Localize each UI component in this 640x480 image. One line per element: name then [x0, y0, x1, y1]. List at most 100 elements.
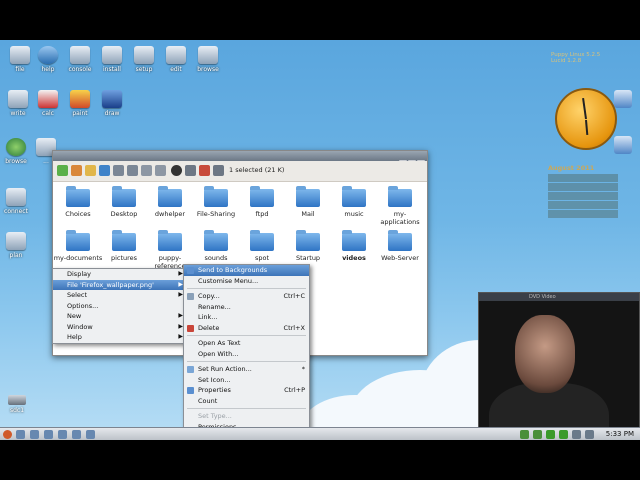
taskbar-app-icon[interactable] [30, 430, 39, 439]
folder-icon [342, 186, 366, 207]
desktop-icon-browse[interactable]: browse [190, 46, 226, 73]
menu-item[interactable]: Properties Ctrl+P [184, 385, 309, 396]
menu-item[interactable]: Customise Menu... [184, 276, 309, 287]
menu-item[interactable]: Select ▶ [53, 290, 187, 301]
folder-item[interactable]: File-Sharing [191, 186, 241, 218]
folder-item[interactable]: videos [329, 230, 379, 262]
folder-icon [388, 186, 412, 207]
menu-item[interactable]: Open As Text [184, 338, 309, 349]
terminal-icon[interactable] [213, 165, 224, 176]
file-manager-toolbar: 1 selected (21 K) [53, 161, 427, 182]
folder-icon [112, 186, 136, 207]
zoom-out-icon[interactable] [127, 165, 138, 176]
desktop-icon-edit[interactable]: edit [158, 46, 194, 73]
menu-item[interactable]: Set Run Action... * [184, 364, 309, 375]
bookmarks-icon[interactable] [85, 165, 96, 176]
file-submenu: Send to Backgrounds Customise Menu... Copy… [183, 264, 310, 440]
thumbnails-icon[interactable] [185, 165, 196, 176]
menu-item[interactable]: Window ▶ [53, 322, 187, 333]
window-titlebar[interactable] [53, 151, 427, 167]
menu-item[interactable]: Set Icon... [184, 375, 309, 386]
menu-item[interactable]: Copy... Ctrl+C [184, 291, 309, 302]
menu-item[interactable]: Count [184, 396, 309, 407]
menu-item[interactable]: Send to Backgrounds [184, 265, 309, 276]
menu-item[interactable]: Open With... [184, 349, 309, 360]
desktop-icon-setup[interactable]: setup [126, 46, 162, 73]
folder-item[interactable]: music [329, 186, 379, 218]
taskbar-clock[interactable]: 5:33 PM [606, 430, 634, 438]
menu-item[interactable]: New ▶ [53, 311, 187, 322]
folder-icon [158, 230, 182, 251]
home-icon[interactable] [71, 165, 82, 176]
menu-item[interactable]: File 'Firefox_wallpaper.png' ▶ [53, 279, 187, 290]
menu-item[interactable]: Rename... [184, 302, 309, 313]
desktop-icon-plan[interactable]: plan [0, 232, 34, 259]
folder-item[interactable]: Choices [53, 186, 103, 218]
network-icon[interactable] [585, 430, 594, 439]
write-icon [8, 90, 28, 108]
folder-item[interactable]: pictures [99, 230, 149, 262]
menu-separator [187, 288, 306, 289]
folder-icon [112, 230, 136, 251]
tray-icon[interactable] [520, 430, 529, 439]
menu-item-icon [187, 366, 194, 373]
refresh-icon[interactable] [99, 165, 110, 176]
draw-icon [102, 90, 122, 108]
taskbar-app-icon[interactable] [86, 430, 95, 439]
folder-icon [66, 186, 90, 207]
menu-item[interactable]: Display ▶ [53, 269, 187, 280]
folder-item[interactable]: my-documents [53, 230, 103, 262]
sort-icon[interactable] [155, 165, 166, 176]
folder-item[interactable]: sounds [191, 230, 241, 262]
globe-icon [6, 138, 26, 156]
tray-icon[interactable] [546, 430, 555, 439]
desktop-icon-help[interactable]: help [30, 46, 66, 73]
tray-icon[interactable] [533, 430, 542, 439]
hidden-files-icon[interactable] [171, 165, 182, 176]
menu-item-icon [187, 387, 194, 394]
console-icon [70, 46, 90, 64]
menu-item[interactable]: Set Type... [184, 411, 309, 422]
menu-item[interactable]: Link... [184, 312, 309, 323]
speaker-icon[interactable] [572, 430, 581, 439]
refresh-icon[interactable] [614, 136, 632, 154]
zoom-in-icon[interactable] [113, 165, 124, 176]
taskbar-app-icon[interactable] [16, 430, 25, 439]
edit-icon [166, 46, 186, 64]
video-titlebar[interactable] [479, 293, 639, 301]
menu-item[interactable]: Help ▶ [53, 332, 187, 343]
help-icon[interactable] [199, 165, 210, 176]
folder-icon [66, 230, 90, 251]
desktop-icon-draw[interactable]: draw [94, 90, 130, 117]
folder-icon [250, 230, 274, 251]
drive-icon[interactable]: sdc1 [6, 395, 28, 414]
menu-icon[interactable] [3, 430, 12, 439]
taskbar-app-icon[interactable] [72, 430, 81, 439]
tools-icon [134, 46, 154, 64]
folder-item[interactable]: ftpd [237, 186, 287, 218]
taskbar-app-icon[interactable] [44, 430, 53, 439]
folder-item[interactable]: Mail [283, 186, 333, 218]
desktop-icon-connect[interactable]: connect [0, 188, 34, 215]
up-arrow-icon[interactable] [57, 165, 68, 176]
calc-icon [38, 90, 58, 108]
install-icon [102, 46, 122, 64]
menu-item[interactable]: Options... [53, 301, 187, 312]
desktop-icon-paint[interactable]: paint [62, 90, 98, 117]
menu-item[interactable]: Delete Ctrl+X [184, 323, 309, 334]
folder-item[interactable]: Startup [283, 230, 333, 262]
desktop-icon-calc[interactable]: calc [30, 90, 66, 117]
folder-item[interactable]: Desktop [99, 186, 149, 218]
taskbar-app-icon[interactable] [58, 430, 67, 439]
list-view-icon[interactable] [141, 165, 152, 176]
folder-item[interactable]: Web-Server [375, 230, 425, 262]
folder-icon [342, 230, 366, 251]
drive-monitor-icon[interactable] [614, 90, 632, 108]
folder-item[interactable]: my-applications [375, 186, 425, 226]
folder-item[interactable]: dwhelper [145, 186, 195, 218]
folder-item[interactable]: spot [237, 230, 287, 262]
desktop-icon-install[interactable]: install [94, 46, 130, 73]
tray-icon[interactable] [559, 430, 568, 439]
folder-icon [250, 186, 274, 207]
desktop-icon-console[interactable]: console [62, 46, 98, 73]
